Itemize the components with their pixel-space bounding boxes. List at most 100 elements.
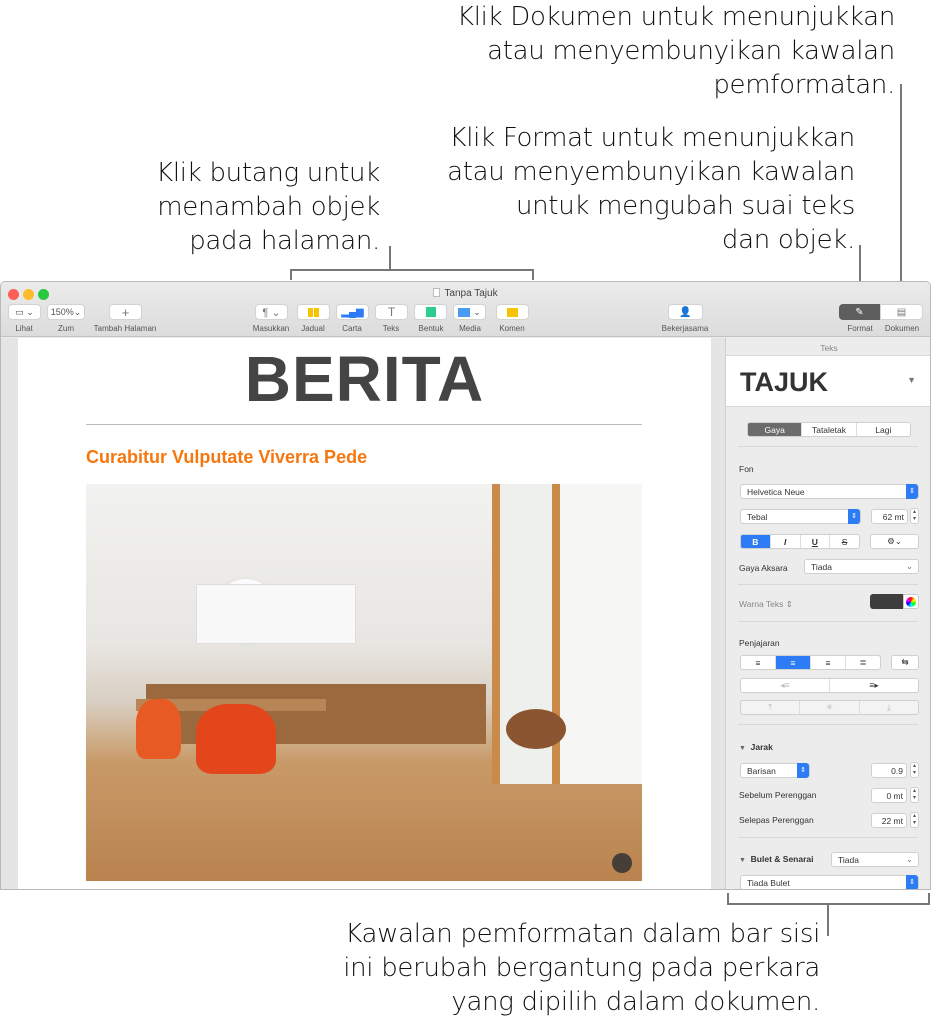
align-left-button[interactable]: ≡ xyxy=(741,656,776,669)
chevron-down-icon: ⌄ xyxy=(905,561,913,571)
shape-label: Bentuk xyxy=(418,324,444,333)
align-center-button[interactable]: ≡ xyxy=(776,656,811,669)
align-middle-button[interactable]: ✳ xyxy=(800,701,860,714)
table-button[interactable] xyxy=(297,304,330,320)
zoom-label: Zum xyxy=(58,324,74,333)
text-style-buttons: B I U S xyxy=(740,534,860,549)
text-direction-button[interactable]: ⇆ xyxy=(891,655,919,670)
before-paragraph-label: Sebelum Perenggan xyxy=(739,790,817,800)
line-spacing-field[interactable]: 0.9 xyxy=(871,763,907,778)
orange-chair xyxy=(136,699,181,759)
spacing-mode-select[interactable]: Barisan ⇕ xyxy=(740,763,810,778)
page-heading[interactable]: BERITA xyxy=(18,342,711,416)
justify-button[interactable]: ≣ xyxy=(846,656,880,669)
comment-label: Komen xyxy=(499,324,525,333)
add-page-button[interactable]: + xyxy=(109,304,142,320)
divider xyxy=(738,837,918,838)
cabinets xyxy=(196,584,356,644)
annotation-line: ini berubah bergantung pada perkara xyxy=(343,953,820,983)
alignment-label: Penjajaran xyxy=(739,638,780,648)
media-button[interactable]: ⌄ xyxy=(453,304,486,320)
page-subtitle[interactable]: Curabitur Vulputate Viverra Pede xyxy=(86,447,367,468)
document-button[interactable]: ▤ xyxy=(880,304,923,320)
insert-button[interactable]: ¶ ⌄ xyxy=(255,304,288,320)
zoom-select[interactable]: 150% ⌄ xyxy=(47,304,85,320)
comment-button[interactable] xyxy=(496,304,529,320)
text-button[interactable]: T xyxy=(375,304,408,320)
align-right-button[interactable]: ≡ xyxy=(811,656,846,669)
annotation-line: pemformatan. xyxy=(713,70,895,100)
orange-chair xyxy=(196,704,276,774)
table-icon xyxy=(307,307,320,317)
spacing-label: Jarak xyxy=(750,742,773,752)
chart-button[interactable]: ▂▄▆ xyxy=(336,304,369,320)
strikethrough-button[interactable]: S xyxy=(830,535,859,548)
collaborate-button[interactable]: 👤 xyxy=(668,304,703,320)
text-color-label-text: Warna Teks xyxy=(739,599,784,609)
toolbar: Tanpa Tajuk ▭ ⌄ Lihat 150% ⌄ Zum + Tambah… xyxy=(1,282,930,337)
after-paragraph-field[interactable]: 22 mt xyxy=(871,813,907,828)
after-paragraph-stepper[interactable]: ▴ ▾ xyxy=(910,812,919,828)
document-canvas: BERITA Curabitur Vulputate Viverra Pede xyxy=(1,338,725,889)
document-icon: ▤ xyxy=(896,306,907,318)
spacing-mode-value: Barisan xyxy=(747,765,776,776)
paragraph-style-name: TAJUK xyxy=(740,367,829,397)
italic-button[interactable]: I xyxy=(771,535,801,548)
sidebar-view-icon: ▭ ⌄ xyxy=(15,306,34,317)
annotation-line: Klik Format untuk menunjukkan xyxy=(449,123,856,153)
shape-button[interactable] xyxy=(414,304,447,320)
document-icon xyxy=(433,288,441,297)
collaborate-label: Bekerjasama xyxy=(661,324,709,333)
kitchen-photo[interactable] xyxy=(86,484,642,881)
tab-gaya[interactable]: Gaya xyxy=(748,423,803,436)
format-label: Format xyxy=(847,324,873,333)
before-paragraph-field[interactable]: 0 mt xyxy=(871,788,907,803)
font-family-select[interactable]: Helvetica Neue ⇕ xyxy=(740,484,919,499)
bullets-select[interactable]: Tiada ⌄ xyxy=(831,852,919,867)
format-sidebar: Teks TAJUK ▼ Gaya Tataletak Lagi Fon Hel… xyxy=(725,338,930,889)
font-size-stepper[interactable]: ▴ ▾ xyxy=(910,508,919,524)
shape-icon xyxy=(425,307,436,317)
increase-indent-button[interactable]: ≡▸ xyxy=(830,679,918,692)
underline-button[interactable]: U xyxy=(801,535,831,548)
typeface-select[interactable]: Tebal ⇕ xyxy=(740,509,861,524)
indent-buttons: ◂≡ ≡▸ xyxy=(740,678,919,693)
callout-bracket xyxy=(290,269,534,271)
paragraph-icon: ¶ ⌄ xyxy=(262,306,281,319)
image-badge-icon[interactable] xyxy=(612,853,632,873)
format-button[interactable]: ✎ xyxy=(839,304,880,320)
font-size-field[interactable]: 62 mt xyxy=(871,509,908,524)
before-paragraph-stepper[interactable]: ▴ ▾ xyxy=(910,787,919,803)
tab-lagi[interactable]: Lagi xyxy=(857,423,910,436)
view-button[interactable]: ▭ ⌄ xyxy=(8,304,41,320)
divider xyxy=(738,446,918,447)
alignment-buttons: ≡ ≡ ≡ ≣ xyxy=(740,655,881,670)
divider xyxy=(738,724,918,725)
annotation-line: Kawalan pemformatan dalam bar sisi xyxy=(345,919,820,949)
tab-tataletak[interactable]: Tataletak xyxy=(802,423,857,436)
text-color-label: Warna Teks ⇕ xyxy=(739,599,793,609)
heading-rule xyxy=(86,424,642,425)
character-style-select[interactable]: Tiada ⌄ xyxy=(804,559,919,574)
text-icon: T xyxy=(387,305,396,319)
page: BERITA Curabitur Vulputate Viverra Pede xyxy=(18,338,711,889)
typeface-value: Tebal xyxy=(747,511,768,522)
bold-button[interactable]: B xyxy=(741,535,771,548)
annotation-sidebar: Kawalan pemformatan dalam bar sisi ini b… xyxy=(343,917,820,1019)
color-wheel-button[interactable] xyxy=(903,594,919,609)
bullets-section-toggle[interactable]: ▼ Bulet & Senarai xyxy=(739,854,814,864)
bullet-type-select[interactable]: Tiada Bulet ⇕ xyxy=(740,875,919,889)
bullets-value: Tiada xyxy=(838,854,859,865)
decrease-indent-button[interactable]: ◂≡ xyxy=(741,679,830,692)
line-spacing-stepper[interactable]: ▴ ▾ xyxy=(910,762,919,778)
callout-bracket xyxy=(532,269,534,280)
gear-icon: ⚙⌄ xyxy=(887,536,902,546)
stepper-arrows-icon: ⇕ xyxy=(797,763,809,778)
paragraph-style-selector[interactable]: TAJUK ▼ xyxy=(726,355,930,407)
advanced-options-button[interactable]: ⚙⌄ xyxy=(870,534,919,549)
spacing-section-toggle[interactable]: ▼ Jarak xyxy=(739,742,773,752)
align-bottom-button[interactable]: ⤓ xyxy=(860,701,918,714)
align-top-button[interactable]: ⤒ xyxy=(741,701,801,714)
collaborate-icon: 👤 xyxy=(679,306,692,318)
text-color-well[interactable] xyxy=(870,594,903,609)
